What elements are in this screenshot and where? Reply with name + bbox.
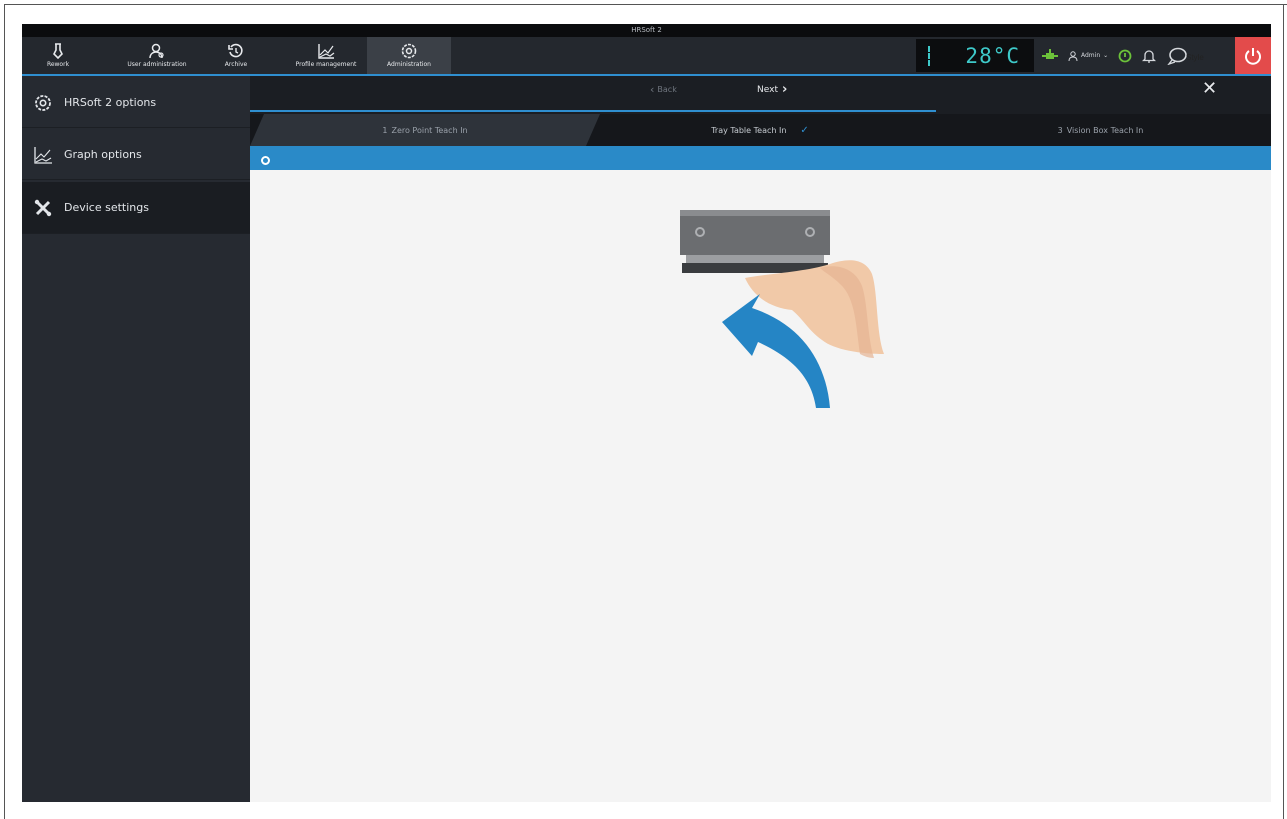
archive-icon [228, 43, 243, 57]
chevron-right-icon: › [781, 82, 788, 97]
nav-rework[interactable]: Rework [36, 37, 80, 74]
outer-border-right [1283, 4, 1284, 819]
power-icon [1245, 47, 1261, 65]
wizard-header: ‹ Back Next › ✕ [250, 76, 1271, 114]
temperature-display: 28°C [916, 39, 1034, 72]
status-icons: Admin ⌄ [1042, 37, 1188, 74]
style-label: Style [1186, 53, 1204, 62]
back-label: Back [657, 85, 677, 94]
outer-border-left [4, 4, 5, 819]
user-name: Admin [1081, 52, 1101, 59]
step-zero-point[interactable]: 1 Zero Point Teach In [250, 114, 600, 146]
step-label: Vision Box Teach In [1066, 125, 1144, 135]
circle-icon [261, 156, 270, 165]
nav-user-administration[interactable]: User administration [112, 37, 202, 74]
temperature-value: 28°C [965, 43, 1020, 68]
window-title: HRSoft 2 [22, 24, 1271, 37]
step-label: Zero Point Teach In [391, 125, 468, 135]
chevron-down-icon: ⌄ [1103, 52, 1109, 59]
close-icon[interactable]: ✕ [1202, 78, 1217, 99]
step-number: 1 [382, 125, 388, 135]
wizard-navigation: ‹ Back Next › ✕ [250, 76, 1271, 102]
sidebar: HRSoft 2 options Graph options Device se… [22, 76, 250, 802]
step-tray-table[interactable]: Tray Table Teach In ✓ [590, 114, 930, 146]
gear-icon [22, 94, 64, 112]
nav-profile-management[interactable]: Profile management [280, 37, 372, 74]
chevron-left-icon: ‹ [650, 83, 655, 96]
next-label: Next [757, 84, 778, 95]
gear-icon [401, 43, 417, 58]
user-admin-icon [149, 43, 164, 58]
sidebar-item-device-settings[interactable]: Device settings [22, 182, 250, 234]
nav-archive[interactable]: Archive [218, 37, 254, 74]
outer-border-top [4, 4, 1287, 5]
wizard-content [250, 170, 1271, 802]
rework-icon [53, 42, 63, 59]
status-ok-icon[interactable] [1118, 49, 1132, 63]
power-button[interactable] [1235, 37, 1271, 74]
checkmark-icon: ✓ [800, 124, 809, 136]
user-icon [1068, 50, 1078, 61]
nav-rework-label: Rework [46, 60, 70, 68]
wizard-steps: 1 Zero Point Teach In Tray Table Teach I… [250, 114, 1271, 146]
nav-archive-label: Archive [224, 60, 248, 68]
sidebar-item-label: HRSoft 2 options [64, 96, 157, 109]
chat-icon[interactable] [1166, 47, 1188, 65]
step-vision-box[interactable]: 3 Vision Box Teach In [930, 114, 1271, 146]
nav-administration[interactable]: Administration [367, 37, 451, 74]
wizard-progress-bar [250, 110, 936, 112]
step-number: 3 [1057, 125, 1063, 135]
nav-user-administration-label: User administration [127, 60, 187, 68]
graph-icon [22, 146, 64, 164]
back-button[interactable]: ‹ Back [650, 83, 677, 96]
nav-profile-management-label: Profile management [295, 60, 357, 68]
step-label: Tray Table Teach In [711, 125, 787, 135]
sidebar-item-graph-options[interactable]: Graph options [22, 130, 250, 180]
connection-icon[interactable] [1042, 48, 1058, 63]
sidebar-item-label: Graph options [64, 148, 142, 161]
tray-insert-illustration [680, 210, 884, 408]
instruction-bar [250, 146, 1271, 170]
profile-chart-icon [318, 43, 335, 59]
temperature-indicator [928, 46, 930, 66]
tools-icon [22, 199, 64, 217]
sidebar-item-label: Device settings [64, 201, 149, 214]
sidebar-item-hrsoft-options[interactable]: HRSoft 2 options [22, 78, 250, 128]
next-button[interactable]: Next › [757, 82, 787, 97]
top-navigation: Rework User administration Archive Profi… [22, 37, 1271, 76]
nav-administration-label: Administration [387, 60, 431, 68]
bell-icon[interactable] [1142, 49, 1157, 63]
app-window: HRSoft 2 Rework User administration Arch… [22, 24, 1271, 802]
user-menu[interactable]: Admin ⌄ [1068, 50, 1109, 61]
